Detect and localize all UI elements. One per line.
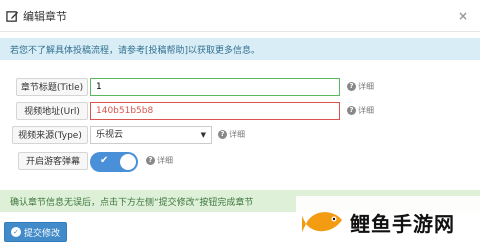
type-label: 视频来源(Type): [12, 126, 88, 144]
question-icon: ?: [347, 82, 356, 91]
type-select[interactable]: 乐视云 ▼: [90, 126, 212, 144]
danmaku-help-link[interactable]: ? 详细: [146, 155, 173, 166]
form-row-url: 视频地址(Url) ? 详细: [0, 102, 480, 122]
watermark: 鲤鱼手游网: [296, 196, 480, 248]
question-icon: ?: [146, 156, 155, 165]
check-icon: ✔: [100, 155, 109, 166]
form-row-danmaku: 开启游客弹幕 ✔ ? 详细: [0, 152, 480, 172]
type-help-link[interactable]: ? 详细: [218, 129, 245, 140]
url-input[interactable]: [90, 102, 340, 120]
close-button[interactable]: ×: [458, 9, 468, 23]
caret-down-icon: ▼: [200, 131, 206, 139]
type-help-text: 详细: [229, 130, 245, 139]
fish-logo-icon: [302, 212, 342, 232]
modal-header: 编辑章节 ×: [0, 0, 480, 32]
info-alert: 若您不了解具体投稿流程，请参考[投稿帮助]以获取更多信息。: [0, 38, 480, 60]
submit-button-label: 提交修改: [24, 228, 61, 239]
modal-title-text: 编辑章节: [23, 10, 67, 23]
submit-button[interactable]: ✓ 提交修改: [4, 222, 68, 242]
title-help-text: 详细: [358, 82, 374, 91]
title-input[interactable]: [90, 78, 340, 96]
question-icon: ?: [218, 130, 227, 139]
title-help-link[interactable]: ? 详细: [347, 81, 374, 92]
danmaku-help-text: 详细: [157, 156, 173, 165]
form-row-type: 视频来源(Type) 乐视云 ▼ ? 详细: [0, 126, 480, 146]
toggle-knob: [120, 154, 136, 170]
modal-title: 编辑章节: [6, 8, 67, 24]
url-label: 视频地址(Url): [16, 102, 88, 120]
type-select-value: 乐视云: [96, 130, 124, 140]
url-help-text: 详细: [358, 106, 374, 115]
danmaku-label: 开启游客弹幕: [18, 152, 88, 170]
danmaku-toggle[interactable]: ✔: [90, 152, 138, 172]
edit-icon: [6, 10, 19, 22]
watermark-text: 鲤鱼手游网: [350, 211, 455, 236]
ok-circle-icon: ✓: [11, 227, 21, 237]
form-row-title: 章节标题(Title) ? 详细: [0, 78, 480, 98]
title-label: 章节标题(Title): [16, 78, 88, 96]
url-help-link[interactable]: ? 详细: [347, 105, 374, 116]
question-icon: ?: [347, 106, 356, 115]
